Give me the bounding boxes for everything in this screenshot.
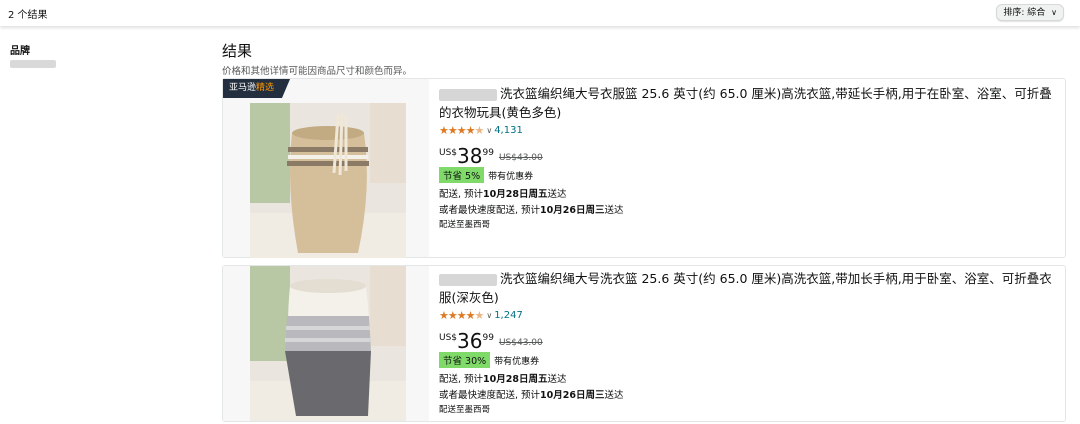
delivery-suffix: 送达 — [547, 189, 567, 200]
brand-name-redacted — [439, 88, 497, 101]
result-count: 2 个结果 — [8, 10, 48, 21]
sort-value: 綜合 — [1027, 8, 1046, 18]
price-currency: US$ — [439, 333, 458, 343]
product-title-link[interactable]: 洗衣篮编织绳大号衣服篮 25.6 英寸(约 65.0 厘米)高洗衣篮,带延长手柄… — [439, 84, 1057, 122]
results-heading: 结果 — [222, 42, 253, 60]
price-fraction: 99 — [482, 333, 494, 343]
ship-to: 配送至墨西哥 — [439, 405, 491, 415]
product-title[interactable]: 洗衣篮编织绳大号衣服篮 25.6 英寸(约 65.0 厘米)高洗衣篮,带延长手柄… — [439, 86, 1052, 120]
sort-label: 排序: — [1003, 8, 1025, 18]
product-image[interactable] — [250, 103, 406, 258]
chevron-down-icon[interactable]: ∨ — [486, 311, 492, 320]
brand-name-redacted — [439, 273, 497, 286]
price-currency: US$ — [439, 148, 458, 158]
delivery-suffix: 送达 — [547, 374, 567, 385]
delivery-line: 配送, 预计10月28日周五送达 — [439, 371, 567, 385]
chevron-down-icon[interactable]: ∨ — [486, 126, 492, 135]
coupon-row: 节省 30% 带有优惠券 — [439, 352, 539, 368]
list-price: US$43.00 — [498, 153, 543, 163]
price-whole: 38 — [457, 144, 483, 168]
ship-to: 配送至墨西哥 — [439, 220, 491, 230]
price-whole: 36 — [457, 329, 483, 353]
fast-suffix: 送达 — [604, 390, 624, 401]
list-price: US$43.00 — [498, 338, 543, 348]
fast-delivery-line: 或者最快速度配送, 预计10月26日周三送达 — [439, 387, 624, 401]
coupon-badge[interactable]: 节省 30% — [439, 352, 491, 368]
fast-suffix: 送达 — [604, 205, 624, 216]
coupon-row: 节省 5% 带有优惠券 — [439, 167, 533, 183]
coupon-badge[interactable]: 节省 5% — [439, 167, 485, 183]
rating-row[interactable]: ★★★★★ ∨ 1,247 — [439, 309, 523, 322]
product-image[interactable] — [250, 266, 406, 421]
chevron-down-icon: ∨ — [1051, 8, 1057, 17]
star-rating-icon[interactable]: ★★★★★ — [439, 124, 484, 137]
price[interactable]: US$ 36 99 US$43.00 — [439, 330, 543, 352]
top-bar: 2 个结果 排序: 綜合 ∨ — [0, 0, 1080, 26]
product-title-link[interactable]: 洗衣篮编织绳大号洗衣篮 25.6 英寸(约 65.0 厘米)高洗衣篮,带加长手柄… — [439, 269, 1057, 307]
delivery-prefix: 配送, 预计 — [439, 374, 484, 385]
fast-delivery-line: 或者最快速度配送, 预计10月26日周三送达 — [439, 202, 624, 216]
badge-accent: 精选 — [256, 83, 275, 93]
delivery-line: 配送, 预计10月28日周五送达 — [439, 186, 567, 200]
delivery-prefix: 配送, 预计 — [439, 189, 484, 200]
product-card: 洗衣篮编织绳大号洗衣篮 25.6 英寸(约 65.0 厘米)高洗衣篮,带加长手柄… — [222, 265, 1066, 422]
fast-prefix: 或者最快速度配送, 预计 — [439, 205, 541, 216]
price[interactable]: US$ 38 99 US$43.00 — [439, 145, 543, 167]
sort-dropdown[interactable]: 排序: 綜合 ∨ — [996, 4, 1064, 21]
coupon-note: 带有优惠券 — [494, 356, 540, 367]
coupon-note: 带有优惠券 — [488, 171, 534, 182]
fast-date: 10月26日周三 — [540, 390, 605, 401]
product-image-area[interactable] — [223, 266, 429, 421]
review-count[interactable]: 4,131 — [494, 125, 523, 136]
results-subtitle: 价格和其他详情可能因商品尺寸和颜色而异。 — [222, 66, 413, 77]
brand-filter-title: 品牌 — [10, 46, 30, 57]
product-title[interactable]: 洗衣篮编织绳大号洗衣篮 25.6 英寸(约 65.0 厘米)高洗衣篮,带加长手柄… — [439, 271, 1052, 305]
product-card: 亚马逊精选 洗衣篮编织绳大号衣服篮 25.6 英寸(约 65.0 厘米)高洗衣篮… — [222, 78, 1066, 258]
review-count[interactable]: 1,247 — [494, 310, 523, 321]
badge-prefix: 亚马逊 — [229, 83, 257, 93]
fast-date: 10月26日周三 — [540, 205, 605, 216]
amazon-choice-badge: 亚马逊精选 — [223, 79, 291, 98]
rating-row[interactable]: ★★★★★ ∨ 4,131 — [439, 124, 523, 137]
price-fraction: 99 — [482, 148, 494, 158]
brand-filter-option[interactable] — [10, 60, 56, 68]
delivery-date: 10月28日周五 — [483, 374, 548, 385]
delivery-date: 10月28日周五 — [483, 189, 548, 200]
fast-prefix: 或者最快速度配送, 预计 — [439, 390, 541, 401]
product-image-area[interactable] — [223, 79, 429, 258]
star-rating-icon[interactable]: ★★★★★ — [439, 309, 484, 322]
